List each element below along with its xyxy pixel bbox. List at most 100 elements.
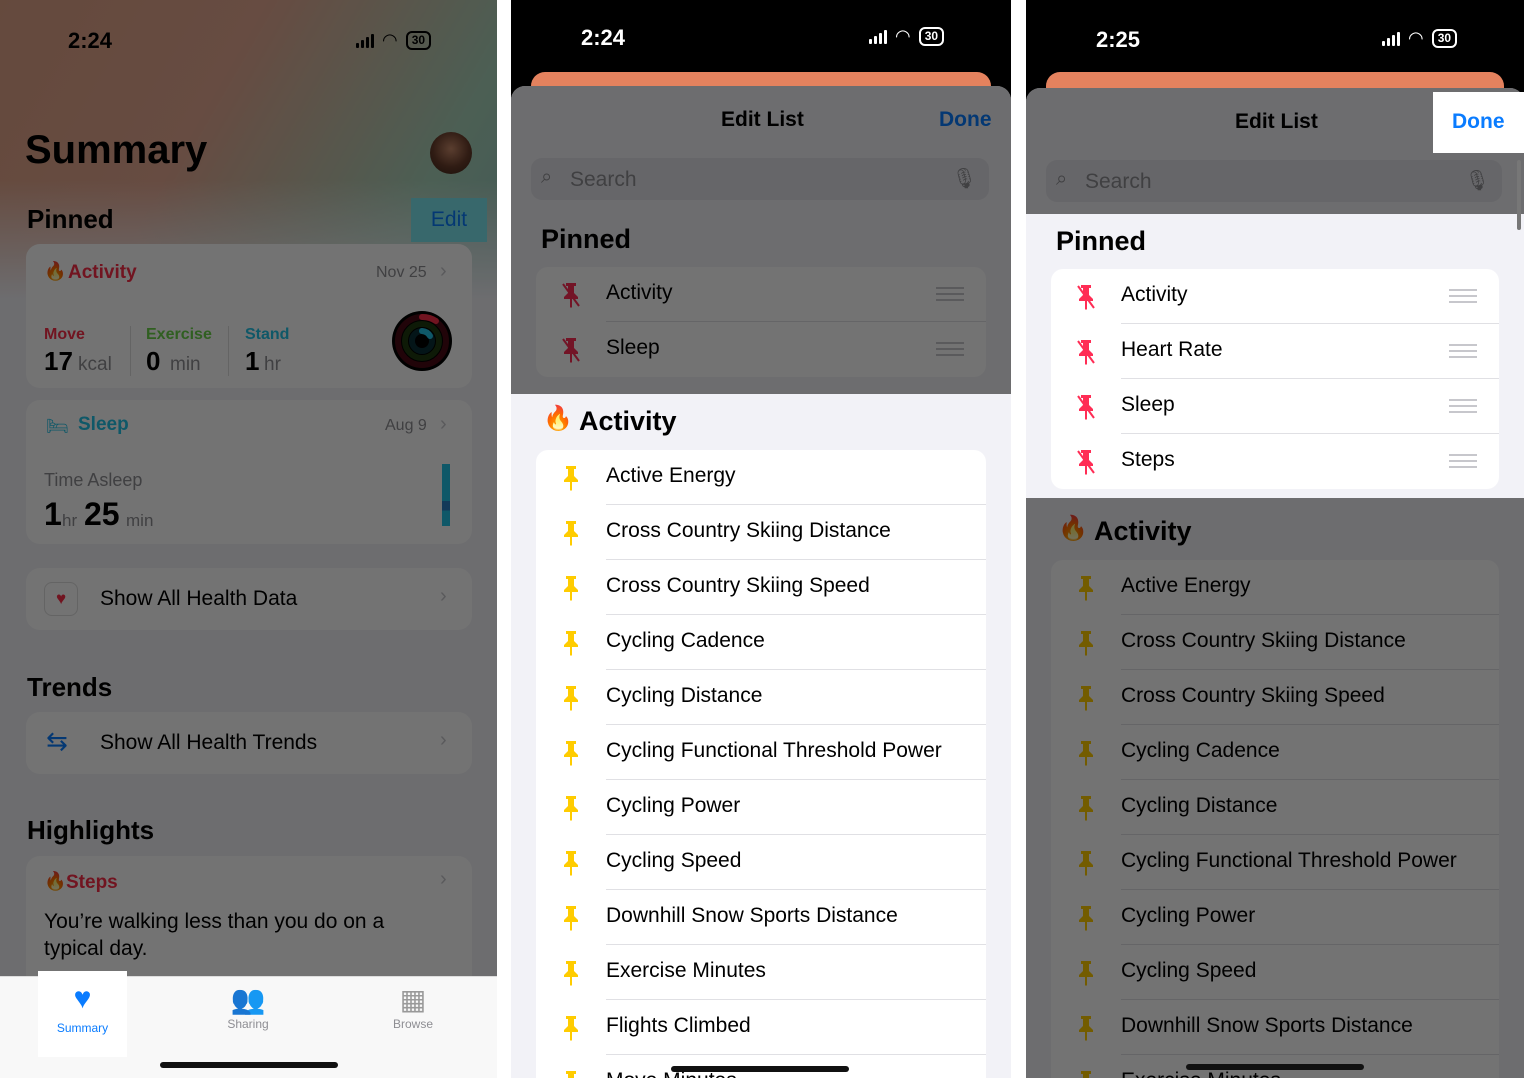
avatar[interactable] <box>430 132 472 174</box>
done-button[interactable]: Done <box>1452 110 1505 134</box>
pin-icon[interactable] <box>562 630 580 656</box>
unpin-icon[interactable] <box>562 282 580 308</box>
show-all-health-trends-row[interactable]: ⇆ Show All Health Trends › <box>26 712 472 774</box>
unpin-icon[interactable] <box>1077 284 1095 310</box>
list-item[interactable]: Flights Climbed <box>536 1000 986 1055</box>
sleep-card[interactable]: 🛏 Sleep Aug 9 › Time Asleep 1 hr 25 min <box>26 400 472 544</box>
list-item[interactable]: Cross Country Skiing Distance <box>536 505 986 560</box>
pin-icon[interactable] <box>1077 905 1095 931</box>
list-item[interactable]: Cycling Speed <box>536 835 986 890</box>
pinned-list-item[interactable]: Steps <box>1051 434 1499 489</box>
microphone-icon[interactable]: 🎙 <box>1465 168 1490 193</box>
pin-icon[interactable] <box>1077 1070 1095 1078</box>
list-item[interactable]: Exercise Minutes <box>536 945 986 1000</box>
health-heart-icon: ♥ <box>44 582 78 616</box>
pinned-list-item[interactable]: Activity <box>536 267 986 322</box>
pin-icon[interactable] <box>1077 850 1095 876</box>
sleep-hours-unit: hr <box>62 511 78 530</box>
list-item[interactable]: Cycling Cadence <box>1051 725 1499 780</box>
pin-icon[interactable] <box>1077 575 1095 601</box>
list-item[interactable]: Downhill Snow Sports Distance <box>1051 1000 1499 1055</box>
pin-icon[interactable] <box>562 960 580 986</box>
list-item-label: Cycling Distance <box>1121 794 1278 817</box>
list-item[interactable]: Cycling Power <box>536 780 986 835</box>
scrollbar[interactable] <box>1517 160 1521 230</box>
status-icons: ◠ 30 <box>1382 28 1458 49</box>
pin-icon[interactable] <box>562 850 580 876</box>
list-item[interactable]: Cycling Speed <box>1051 945 1499 1000</box>
pinned-list-item[interactable]: Activity <box>1051 269 1499 324</box>
reorder-handle-icon[interactable] <box>1449 289 1477 303</box>
battery-icon: 30 <box>918 27 945 46</box>
status-time: 2:24 <box>581 25 626 50</box>
pinned-header: Pinned <box>541 224 632 254</box>
pin-icon[interactable] <box>562 740 580 766</box>
reorder-handle-icon[interactable] <box>1449 399 1477 413</box>
edit-list-sheet: Edit List Done ⌕ Search 🎙 Pinned Activit… <box>511 86 1011 1078</box>
reorder-handle-icon[interactable] <box>1449 344 1477 358</box>
pin-icon[interactable] <box>1077 685 1095 711</box>
tab-sharing[interactable]: 👥 Sharing <box>203 983 293 1031</box>
pin-icon[interactable] <box>1077 630 1095 656</box>
tab-summary[interactable]: ♥ Summary <box>38 971 127 1057</box>
list-item-label: Cycling Functional Threshold Power <box>1121 849 1457 872</box>
activity-card[interactable]: 🔥 Activity Nov 25 › Move 17 kcal Exercis… <box>26 244 472 388</box>
pin-icon[interactable] <box>562 1070 580 1078</box>
unpin-icon[interactable] <box>1077 394 1095 420</box>
reorder-handle-icon[interactable] <box>1449 454 1477 468</box>
pin-icon[interactable] <box>562 520 580 546</box>
search-input[interactable]: ⌕ Search 🎙 <box>531 158 989 200</box>
unpin-icon[interactable] <box>1077 339 1095 365</box>
pin-icon[interactable] <box>562 905 580 931</box>
reorder-handle-icon[interactable] <box>936 342 964 356</box>
list-item[interactable]: Cross Country Skiing Distance <box>1051 615 1499 670</box>
pin-icon[interactable] <box>562 575 580 601</box>
pinned-list-item[interactable]: Sleep <box>1051 379 1499 434</box>
sleep-hours: 1 <box>44 496 62 532</box>
done-button[interactable]: Done <box>939 108 992 132</box>
list-item[interactable]: Active Energy <box>536 450 986 505</box>
pin-icon[interactable] <box>562 685 580 711</box>
tab-browse[interactable]: ▦ Browse <box>368 983 458 1031</box>
pinned-list-item[interactable]: Heart Rate <box>1051 324 1499 379</box>
list-item[interactable]: Cycling Functional Threshold Power <box>1051 835 1499 890</box>
pin-icon[interactable] <box>562 1015 580 1041</box>
pin-icon[interactable] <box>1077 1015 1095 1041</box>
activity-header: Activity <box>579 406 677 436</box>
edit-button[interactable]: Edit <box>411 198 487 242</box>
pin-icon[interactable] <box>1077 795 1095 821</box>
list-item[interactable]: Cross Country Skiing Speed <box>536 560 986 615</box>
sleep-minutes: 25 <box>84 496 120 532</box>
search-input[interactable]: ⌕ Search 🎙 <box>1046 160 1502 202</box>
sleep-card-label: Sleep <box>78 414 129 435</box>
pinned-list-item[interactable]: Sleep <box>536 322 986 377</box>
reorder-handle-icon[interactable] <box>936 287 964 301</box>
pin-icon[interactable] <box>562 795 580 821</box>
trends-icon: ⇆ <box>46 726 68 756</box>
list-item[interactable]: Cycling Functional Threshold Power <box>536 725 986 780</box>
unpin-icon[interactable] <box>1077 449 1095 475</box>
battery-icon: 30 <box>1431 29 1458 48</box>
microphone-icon[interactable]: 🎙 <box>952 166 977 191</box>
list-item-label: Downhill Snow Sports Distance <box>606 904 898 927</box>
list-item[interactable]: Cycling Distance <box>1051 780 1499 835</box>
pin-icon[interactable] <box>1077 960 1095 986</box>
list-item[interactable]: Cycling Cadence <box>536 615 986 670</box>
list-item-label: Activity <box>1121 283 1188 306</box>
show-all-health-data-row[interactable]: ♥ Show All Health Data › <box>26 568 472 630</box>
list-item[interactable]: Cycling Distance <box>536 670 986 725</box>
list-item[interactable]: Downhill Snow Sports Distance <box>536 890 986 945</box>
lower-section: 🔥 Activity Active Energy Cross Country Sk… <box>1026 498 1524 1078</box>
list-item-label: Sleep <box>1121 393 1175 416</box>
list-item-label: Downhill Snow Sports Distance <box>1121 1014 1413 1037</box>
list-item[interactable]: Active Energy <box>1051 560 1499 615</box>
pin-icon[interactable] <box>1077 740 1095 766</box>
tab-browse-label: Browse <box>392 1017 433 1031</box>
pin-icon[interactable] <box>562 465 580 491</box>
chevron-right-icon: › <box>440 585 447 607</box>
status-icons: ◠ 30 <box>356 30 432 51</box>
list-item[interactable]: Cycling Power <box>1051 890 1499 945</box>
list-item[interactable]: Cross Country Skiing Speed <box>1051 670 1499 725</box>
unpin-icon[interactable] <box>562 337 580 363</box>
edit-list-screen-before: 2:24 ◠ 30 Edit List Done ⌕ Search 🎙 Pinn… <box>511 0 1011 1078</box>
